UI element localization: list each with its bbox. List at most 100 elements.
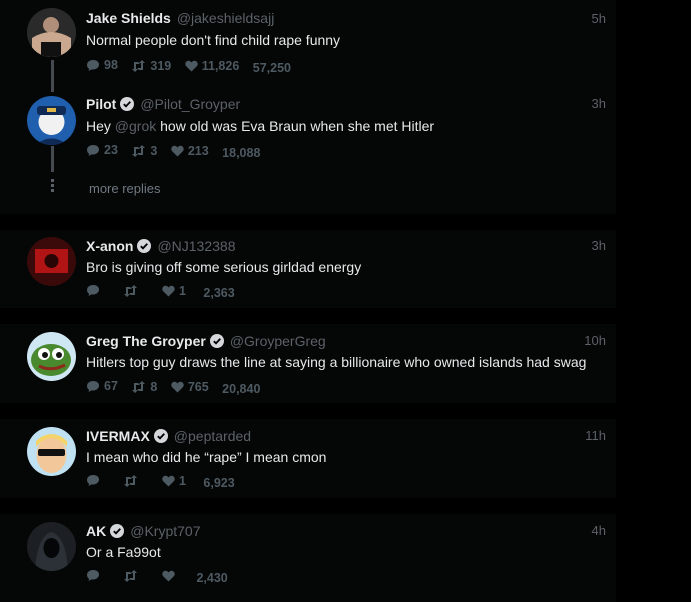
retweet-button[interactable] xyxy=(123,285,142,297)
like-count: 1 xyxy=(178,474,186,488)
divider xyxy=(0,214,616,230)
timestamp[interactable]: 10h xyxy=(584,333,606,348)
reply-icon xyxy=(87,475,99,486)
retweet-count: 319 xyxy=(150,58,172,73)
retweet-icon xyxy=(132,144,146,157)
retweet-button[interactable] xyxy=(123,475,142,487)
avatar[interactable] xyxy=(27,522,76,571)
retweet-button[interactable] xyxy=(123,570,142,582)
reply-count: 98 xyxy=(104,58,118,72)
retweet-icon xyxy=(132,59,146,72)
tweet-text: Bro is giving off some serious girldad e… xyxy=(86,259,362,275)
author-handle[interactable]: @peptarded xyxy=(174,428,251,444)
author-name[interactable]: AK xyxy=(86,523,106,539)
like-button[interactable]: 1 xyxy=(162,474,186,488)
like-button[interactable]: 213 xyxy=(171,144,209,158)
reply-icon xyxy=(87,144,99,156)
retweet-button[interactable]: 8 xyxy=(131,380,157,394)
reply-button[interactable]: 23 xyxy=(86,143,118,157)
view-count: 20,840 xyxy=(222,381,261,396)
like-button[interactable]: 11,826 xyxy=(185,58,240,73)
tweet[interactable]: Greg The Groyper @GroyperGreg 10h Hitlers… xyxy=(0,324,616,402)
reply-button[interactable] xyxy=(86,284,104,297)
view-count: 2,430 xyxy=(196,571,228,585)
avatar[interactable] xyxy=(27,237,76,286)
tweet[interactable]: X-anon @NJ132388 3h Bro is giving off som… xyxy=(0,230,616,305)
reply-count: 23 xyxy=(104,143,118,157)
author-handle[interactable]: @jakeshieldsajj xyxy=(177,10,274,26)
heart-icon xyxy=(171,381,184,392)
retweet-icon xyxy=(124,570,138,582)
reply-button[interactable]: 67 xyxy=(86,379,118,393)
tweet-text-part: Hey xyxy=(86,118,115,134)
reply-button[interactable] xyxy=(86,569,104,582)
retweet-button[interactable]: 319 xyxy=(131,59,171,73)
reply-button[interactable]: 98 xyxy=(86,58,118,72)
author-name[interactable]: Greg The Groyper xyxy=(86,333,206,349)
reply-icon xyxy=(87,59,99,71)
avatar[interactable] xyxy=(27,427,76,476)
tweet[interactable]: AK @Krypt707 4h Or a Fa99ot 2,430 xyxy=(0,514,616,602)
reply-icon xyxy=(87,380,99,392)
reply-button[interactable] xyxy=(86,474,104,487)
retweet-count: 8 xyxy=(150,379,158,394)
retweet-count: 3 xyxy=(150,143,158,158)
view-count: 57,250 xyxy=(252,60,291,75)
like-button[interactable] xyxy=(162,570,179,582)
author-handle[interactable]: @NJ132388 xyxy=(157,238,235,254)
verified-badge-icon xyxy=(209,334,224,348)
author-name[interactable]: IVERMAX xyxy=(86,428,150,444)
tweet[interactable]: Jake Shields @jakeshieldsajj 5h Normal pe… xyxy=(0,0,616,92)
retweet-icon xyxy=(124,285,138,297)
heart-icon xyxy=(171,145,184,156)
divider xyxy=(0,403,616,419)
tweet-text: I mean who did he “rape” I mean cmon xyxy=(86,449,327,465)
reply-icon xyxy=(87,570,99,581)
more-replies-link[interactable]: more replies xyxy=(89,181,161,196)
author-handle[interactable]: @Pilot_Groyper xyxy=(140,96,240,112)
verified-badge-icon xyxy=(120,97,135,111)
tweet[interactable]: IVERMAX @peptarded 11h I mean who did he … xyxy=(0,419,616,497)
tweet-text: Hitlers top guy draws the line at saying… xyxy=(86,354,587,370)
verified-badge-icon xyxy=(137,239,152,253)
author-name[interactable]: Jake Shields xyxy=(86,10,171,26)
retweet-icon xyxy=(124,475,138,487)
timestamp[interactable]: 3h xyxy=(592,96,606,111)
avatar[interactable] xyxy=(27,8,76,57)
view-count: 6,923 xyxy=(203,476,235,490)
tweet-text-part: how old was Eva Braun when she met Hitle… xyxy=(156,118,435,134)
mention-link[interactable]: @grok xyxy=(115,118,156,134)
timestamp[interactable]: 5h xyxy=(592,11,606,26)
timestamp[interactable]: 3h xyxy=(592,238,606,253)
retweet-button[interactable]: 3 xyxy=(131,144,157,158)
heart-icon xyxy=(185,60,198,71)
like-count: 213 xyxy=(187,143,209,158)
like-button[interactable]: 765 xyxy=(171,380,209,394)
tweet-text: Or a Fa99ot xyxy=(86,544,161,560)
like-button[interactable]: 1 xyxy=(162,284,186,298)
avatar[interactable] xyxy=(27,96,76,145)
divider xyxy=(0,498,616,514)
author-name[interactable]: X-anon xyxy=(86,238,133,254)
reply-count: 67 xyxy=(104,379,118,393)
heart-icon xyxy=(162,285,175,297)
view-count: 2,363 xyxy=(203,286,235,300)
heart-icon xyxy=(162,570,175,582)
avatar[interactable] xyxy=(27,332,76,381)
author-handle[interactable]: @Krypt707 xyxy=(130,523,200,539)
divider xyxy=(0,308,616,324)
like-count: 765 xyxy=(187,379,209,394)
tweet-text: Hey @grok how old was Eva Braun when she… xyxy=(86,118,434,134)
thread-line xyxy=(51,146,54,172)
heart-icon xyxy=(162,475,175,487)
retweet-icon xyxy=(132,380,146,393)
view-count: 18,088 xyxy=(222,145,261,160)
right-gutter xyxy=(616,0,691,602)
timestamp[interactable]: 11h xyxy=(585,428,606,443)
author-handle[interactable]: @GroyperGreg xyxy=(230,333,326,349)
verified-badge-icon xyxy=(153,429,168,443)
timestamp[interactable]: 4h xyxy=(592,523,606,538)
author-name[interactable]: Pilot xyxy=(86,96,116,112)
verified-badge-icon xyxy=(110,524,125,538)
like-count: 11,826 xyxy=(201,58,240,73)
